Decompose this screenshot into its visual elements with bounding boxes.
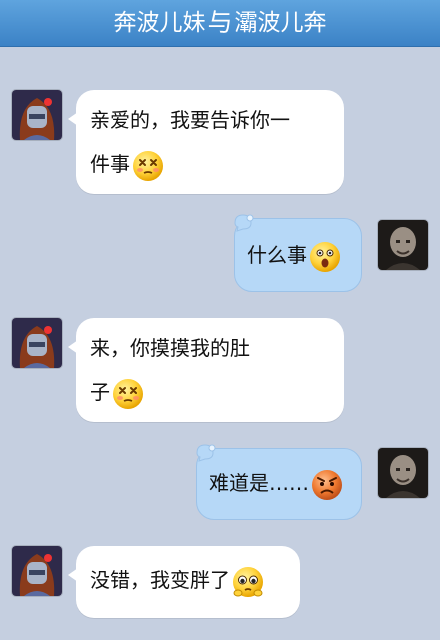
bubble-tail-icon [196, 444, 216, 462]
message-text-line: 亲爱的，我要告诉你一 [90, 108, 290, 132]
message-text-row: 件事 [90, 142, 330, 186]
contact-name-right: 灞波儿奔 [234, 9, 327, 36]
message-text-line: 没错，我变胖了 [90, 568, 230, 592]
message-bubble[interactable]: 没错，我变胖了 [68, 546, 300, 618]
message-text-line: 件事 [90, 152, 130, 176]
message-text-line: 难道是…… [209, 471, 309, 495]
title-separator: 与 [207, 7, 233, 37]
message-bubble[interactable]: 亲爱的，我要告诉你一 件事 [68, 90, 344, 194]
message-text-line: 什么事 [247, 243, 307, 267]
avatar-girl[interactable] [12, 90, 62, 140]
message-text-line: 来，你摸摸我的肚 [90, 336, 250, 360]
dizzy-face-emoji [133, 150, 163, 181]
bubble-tail-icon [234, 214, 254, 232]
message-text-row: 什么事 [247, 233, 349, 277]
angry-face-emoji [312, 469, 342, 500]
dizzy-face-emoji [113, 378, 143, 409]
avatar-girl[interactable] [12, 546, 62, 596]
chat-title-bar: 奔波儿妹与灞波儿奔 [0, 0, 440, 47]
contact-name-left: 奔波儿妹 [113, 9, 206, 36]
message-text-row: 子 [90, 370, 330, 414]
message-text-row: 难道是…… [209, 461, 349, 505]
avatar-monk[interactable] [378, 220, 428, 270]
message-bubble[interactable]: 难道是…… [196, 444, 362, 520]
surprised-face-emoji [310, 241, 340, 272]
pleading-face-emoji [233, 566, 263, 597]
message-bubble[interactable]: 什么事 [234, 214, 362, 292]
message-text-row: 没错，我变胖了 [90, 558, 286, 602]
message-bubble[interactable]: 来，你摸摸我的肚 子 [68, 318, 344, 422]
message-text-line: 子 [90, 380, 110, 404]
avatar-monk[interactable] [378, 448, 428, 498]
avatar-girl[interactable] [12, 318, 62, 368]
